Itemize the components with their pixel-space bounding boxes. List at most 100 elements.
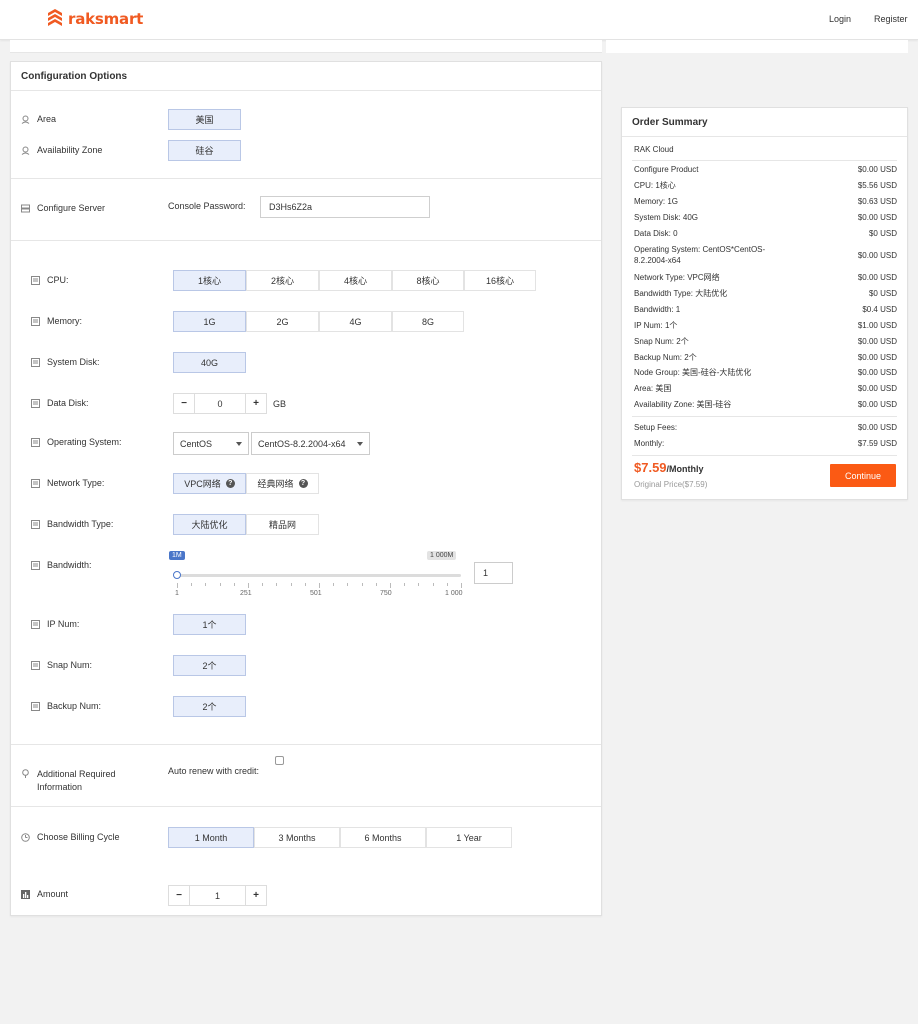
- os-label-row: Operating System:: [31, 437, 122, 447]
- slider-major-tick: [461, 583, 462, 588]
- summary-item-row: Snap Num: 2个 $0.00 USD: [634, 336, 897, 347]
- summary-item-row: Network Type: VPC网络 $0.00 USD: [634, 272, 897, 283]
- summary-item-row: Availability Zone: 美国-硅谷 $0.00 USD: [634, 399, 897, 410]
- area-option[interactable]: 美国: [168, 109, 241, 130]
- zone-option[interactable]: 硅谷: [168, 140, 241, 161]
- memory-option-2g[interactable]: 2G: [246, 311, 319, 332]
- summary-item-row: Data Disk: 0 $0 USD: [634, 228, 897, 239]
- ip-num-label-row: IP Num:: [31, 619, 79, 629]
- memory-option-8g[interactable]: 8G: [392, 311, 464, 332]
- network-type-label: Network Type:: [47, 478, 105, 488]
- cpu-option-16[interactable]: 16核心: [464, 270, 536, 291]
- backup-num-option[interactable]: 2个: [173, 696, 246, 717]
- list-icon: [31, 398, 40, 408]
- slider-minor-tick: [447, 583, 448, 586]
- bandwidth-type-label: Bandwidth Type:: [47, 519, 114, 529]
- data-disk-unit: GB: [273, 399, 287, 409]
- slider-minor-tick: [305, 583, 306, 586]
- bandwidth-max-tag: 1 000M: [427, 551, 457, 560]
- summary-item-row: CPU: 1核心 $5.56 USD: [634, 180, 897, 191]
- amount-decrement-button[interactable]: −: [168, 885, 190, 906]
- chart-icon: [21, 889, 30, 899]
- data-disk-increment-button[interactable]: +: [245, 393, 267, 414]
- system-disk-option[interactable]: 40G: [173, 352, 246, 373]
- divider: [11, 806, 601, 807]
- bandwidth-type-option-premium[interactable]: 精品网: [246, 514, 319, 535]
- cpu-option-8[interactable]: 8核心: [392, 270, 464, 291]
- summary-item-row: IP Num: 1个 $1.00 USD: [634, 320, 897, 331]
- billing-option-1-month[interactable]: 1 Month: [168, 827, 254, 848]
- help-icon[interactable]: ?: [225, 479, 235, 488]
- os-version-select[interactable]: CentOS-8.2.2004-x64: [251, 432, 370, 455]
- amount-value[interactable]: 1: [190, 885, 245, 906]
- cpu-label: CPU:: [47, 275, 69, 285]
- memory-option-4g[interactable]: 4G: [319, 311, 392, 332]
- summary-item-row: Backup Num: 2个 $0.00 USD: [634, 352, 897, 363]
- cpu-option-4[interactable]: 4核心: [319, 270, 392, 291]
- bandwidth-label-row: Bandwidth:: [31, 560, 92, 570]
- billing-option-6-months[interactable]: 6 Months: [340, 827, 426, 848]
- monthly-value: $7.59 USD: [857, 439, 897, 448]
- register-link[interactable]: Register: [874, 14, 908, 24]
- system-disk-label-row: System Disk:: [31, 357, 100, 367]
- bandwidth-label: Bandwidth:: [47, 560, 92, 570]
- chevron-down-icon: [236, 442, 242, 446]
- bandwidth-input[interactable]: 1: [474, 562, 513, 584]
- console-password-input[interactable]: D3Hs6Z2a: [260, 196, 430, 218]
- slider-major-tick: [248, 583, 249, 588]
- tick-label: 501: [310, 590, 322, 597]
- snap-num-label-row: Snap Num:: [31, 660, 92, 670]
- billing-option-1-year[interactable]: 1 Year: [426, 827, 512, 848]
- continue-button[interactable]: Continue: [830, 464, 896, 487]
- divider: [632, 160, 897, 161]
- snap-num-option[interactable]: 2个: [173, 655, 246, 676]
- summary-item-value: $0.00 USD: [857, 384, 897, 393]
- product-name-row: RAK Cloud: [634, 144, 897, 155]
- help-icon[interactable]: ?: [298, 479, 308, 488]
- summary-item-value: $0.00 USD: [857, 273, 897, 282]
- bandwidth-min-tag: 1M: [169, 551, 185, 560]
- network-option-classic[interactable]: 经典网络 ?: [246, 473, 319, 494]
- original-price: Original Price($7.59): [634, 480, 708, 489]
- data-disk-label: Data Disk:: [47, 398, 89, 408]
- logo-text: raksmart: [68, 10, 144, 28]
- cpu-option-2[interactable]: 2核心: [246, 270, 319, 291]
- divider: [11, 744, 601, 745]
- summary-item-label: System Disk: 40G: [634, 213, 699, 222]
- divider: [632, 455, 897, 456]
- summary-item-label: Memory: 1G: [634, 197, 679, 206]
- network-option-vpc[interactable]: VPC网络 ?: [173, 473, 246, 494]
- slider-minor-tick: [205, 583, 206, 586]
- summary-item-value: $0.00 USD: [857, 251, 897, 260]
- ip-num-option[interactable]: 1个: [173, 614, 246, 635]
- billing-option-3-months[interactable]: 3 Months: [254, 827, 340, 848]
- network-option-classic-label: 经典网络: [257, 479, 294, 489]
- list-icon: [31, 619, 40, 629]
- bandwidth-type-option-mainland[interactable]: 大陆优化: [173, 514, 246, 535]
- auto-renew-checkbox[interactable]: [275, 756, 284, 765]
- location-pin-icon: [21, 115, 30, 124]
- summary-item-value: $1.00 USD: [857, 321, 897, 330]
- os-family-value: CentOS: [180, 438, 213, 449]
- os-family-select[interactable]: CentOS: [173, 432, 249, 455]
- login-link[interactable]: Login: [829, 14, 851, 24]
- raksmart-logo[interactable]: raksmart: [46, 9, 143, 29]
- data-disk-decrement-button[interactable]: −: [173, 393, 195, 414]
- summary-item-row: Area: 美国 $0.00 USD: [634, 383, 897, 394]
- summary-item-row: Configure Product $0.00 USD: [634, 164, 897, 175]
- memory-option-1g[interactable]: 1G: [173, 311, 246, 332]
- summary-item-label: IP Num: 1个: [634, 321, 678, 330]
- bandwidth-slider-track[interactable]: [177, 574, 461, 577]
- bandwidth-slider-handle[interactable]: [173, 571, 181, 579]
- slider-minor-tick: [433, 583, 434, 586]
- divider: [11, 178, 601, 179]
- cpu-option-1[interactable]: 1核心: [173, 270, 246, 291]
- summary-item-value: $0.00 USD: [857, 353, 897, 362]
- auto-renew-label: Auto renew with credit:: [168, 766, 260, 776]
- slider-minor-tick: [262, 583, 263, 586]
- summary-item-row: Node Group: 美国-硅谷-大陆优化 $0.00 USD: [634, 367, 897, 378]
- divider: [622, 136, 907, 137]
- amount-increment-button[interactable]: +: [245, 885, 267, 906]
- data-disk-value[interactable]: 0: [195, 393, 245, 414]
- breadcrumb-strip: [10, 40, 602, 53]
